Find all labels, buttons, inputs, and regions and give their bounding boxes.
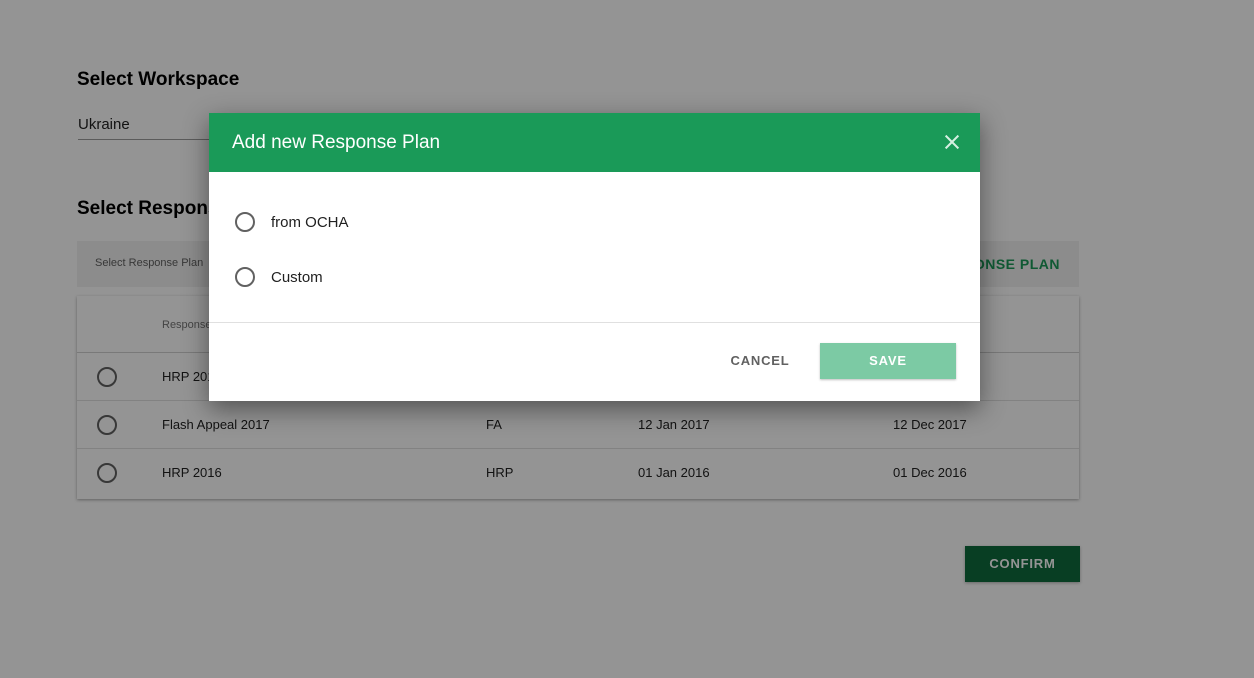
option-label: from OCHA [271,214,349,231]
radio-custom[interactable] [235,267,255,287]
option-label: Custom [271,269,323,286]
dialog-divider [209,322,980,323]
add-response-plan-dialog: Add new Response Plan from OCHA Custom C… [209,113,980,401]
cancel-button[interactable]: CANCEL [718,346,802,376]
dialog-title: Add new Response Plan [232,132,441,153]
dialog-header: Add new Response Plan [209,113,980,172]
save-button[interactable]: SAVE [820,343,956,379]
radio-from-ocha[interactable] [235,212,255,232]
close-icon[interactable] [943,133,961,151]
